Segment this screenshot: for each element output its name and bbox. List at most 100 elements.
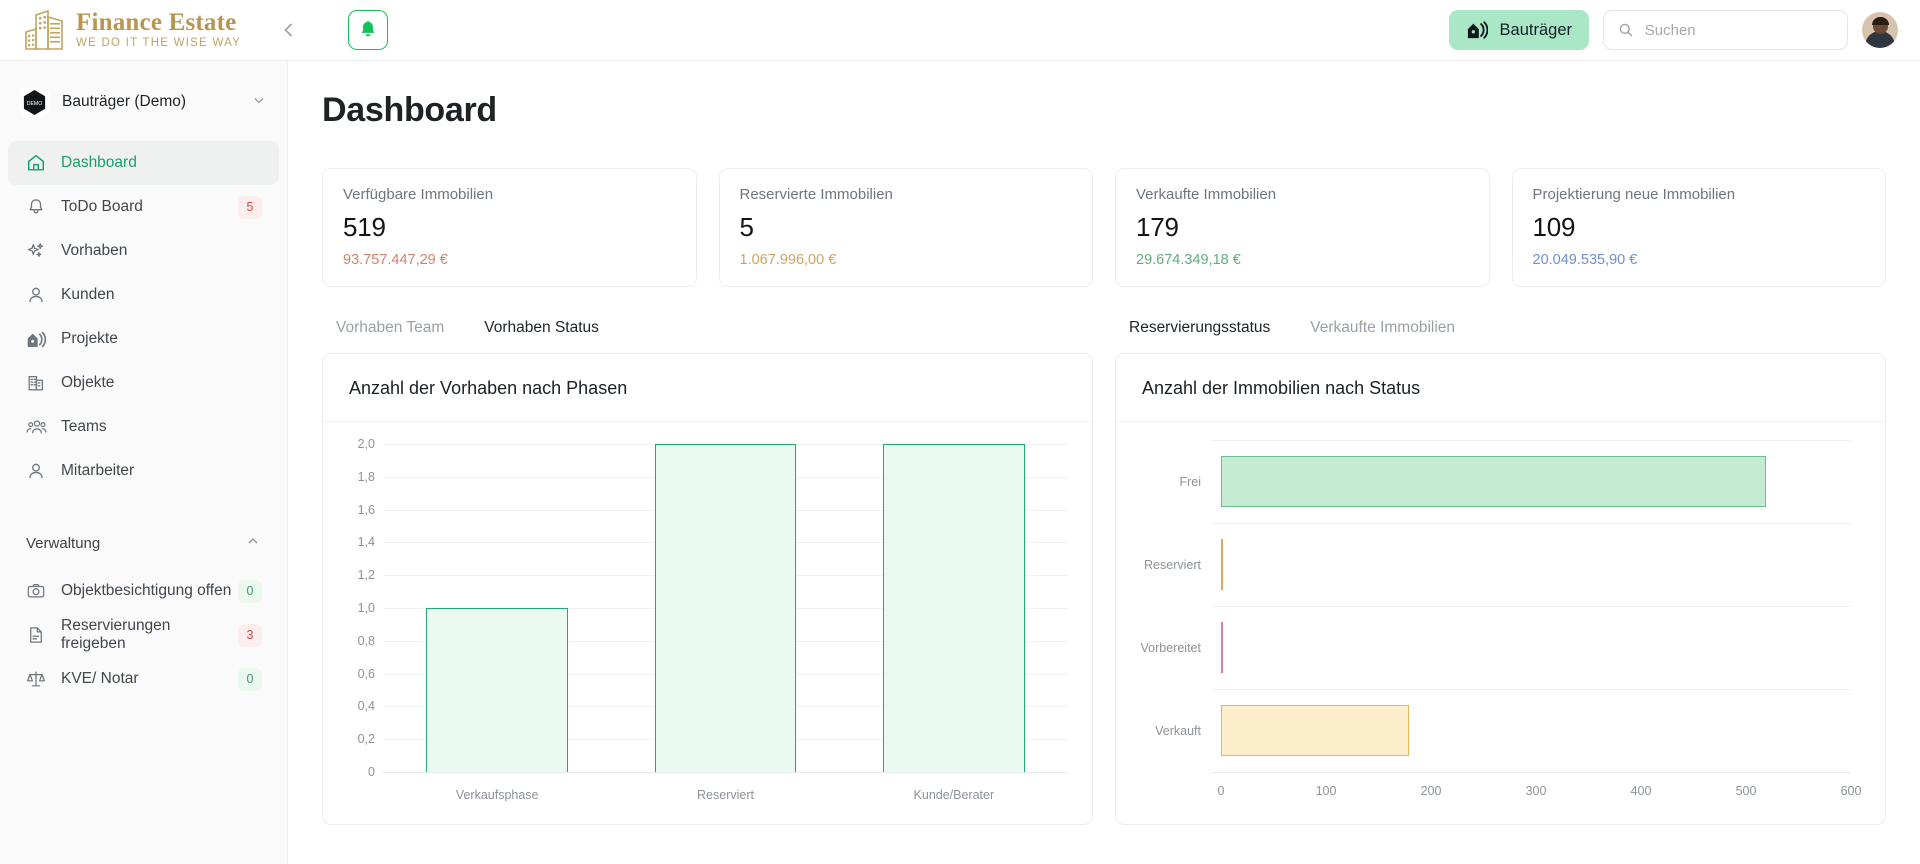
hchart-bar[interactable] — [1221, 538, 1226, 591]
sidebar-item-reservierungen-freigeben[interactable]: Reservierungen freigeben 3 — [8, 613, 279, 657]
hchart-x-tick-label: 500 — [1735, 784, 1757, 798]
right-panel: Anzahl der Immobilien nach Status Frei Re… — [1115, 353, 1886, 825]
office-building-icon — [25, 372, 47, 394]
sidebar-item-projekte[interactable]: Projekte — [8, 317, 279, 361]
sidebar-badge: 0 — [238, 667, 262, 691]
chevron-down-icon[interactable] — [251, 92, 267, 113]
vchart-x-tick-label: Verkaufsphase — [455, 788, 539, 802]
hchart-bar[interactable] — [1221, 704, 1409, 757]
tab-vorhaben-team[interactable]: Vorhaben Team — [322, 319, 458, 337]
camera-icon — [25, 580, 47, 602]
sidebar-item-label: Projekte — [61, 330, 118, 347]
chevron-left-icon — [284, 23, 293, 37]
sidebar-badge: 0 — [238, 579, 262, 603]
vchart-y-tick-label: 0 — [368, 765, 375, 779]
hchart-bar[interactable] — [1221, 455, 1766, 508]
brand[interactable]: Finance Estate WE DO IT THE WISE WAY — [0, 8, 268, 52]
vchart-bar[interactable] — [883, 444, 1025, 772]
sidebar-item-dashboard[interactable]: Dashboard — [8, 141, 279, 185]
avatar[interactable] — [1862, 12, 1898, 48]
hchart-gridline — [1211, 606, 1851, 607]
sidebar-item-label: Objekte — [61, 374, 115, 391]
kpi-label: Reservierte Immobilien — [739, 186, 893, 203]
left-panel-column: Vorhaben Team Vorhaben Status Anzahl der… — [322, 309, 1093, 825]
hchart-x-tick-label: 0 — [1217, 784, 1225, 798]
sidebar-item-label: Reservierungen freigeben — [61, 617, 171, 652]
sidebar-item-label: Dashboard — [61, 154, 137, 171]
chevron-up-icon[interactable] — [245, 533, 261, 553]
kpi-value: 519 — [343, 212, 386, 242]
sidebar-item-mitarbeiter[interactable]: Mitarbeiter — [8, 449, 279, 493]
sidebar-item-kve-notar[interactable]: KVE/ Notar 0 — [8, 657, 279, 701]
hchart-gridline — [1211, 523, 1851, 524]
sidebar-item-kunden[interactable]: Kunden — [8, 273, 279, 317]
search-box[interactable] — [1603, 10, 1848, 50]
org-name: Bauträger (Demo) — [62, 93, 187, 110]
sidebar-item-label: KVE/ Notar — [61, 670, 139, 687]
kpi-row: Verfügbare Immobilien 519 93.757.447,29 … — [322, 168, 1886, 287]
search-input[interactable] — [1644, 21, 1833, 39]
kpi-value: 109 — [1532, 212, 1576, 242]
org-switcher[interactable]: DEMO Bauträger (Demo) — [14, 79, 273, 125]
sidebar-item-todo-board[interactable]: ToDo Board 5 — [8, 185, 279, 229]
kpi-label: Projektierung neue Immobilien — [1532, 186, 1736, 203]
hchart-x-tick-label: 100 — [1315, 784, 1337, 798]
kpi-card-reservierte-immobilien: Reservierte Immobilien 5 1.067.996,00 € — [718, 168, 1093, 287]
notifications-button[interactable] — [348, 10, 388, 50]
sidebar-item-label: Vorhaben — [61, 242, 128, 259]
sidebar-item-objektbesichtigung-offen[interactable]: Objektbesichtigung offen 0 — [8, 569, 279, 613]
document-icon — [25, 624, 47, 646]
vchart-y-tick-label: 1,8 — [357, 469, 375, 484]
hchart-bar[interactable] — [1221, 621, 1223, 674]
hchart-x-tick-label: 600 — [1840, 784, 1862, 798]
users-icon — [25, 416, 47, 438]
sidebar-section-verwaltung[interactable]: Verwaltung — [8, 523, 279, 563]
hchart-category-label: Vorbereitet — [1140, 640, 1201, 655]
vchart-y-tick-label: 1,2 — [357, 568, 375, 583]
brand-name: Finance Estate — [76, 9, 237, 37]
sidebar-item-objekte[interactable]: Objekte — [8, 361, 279, 405]
hchart-x-tick-label: 400 — [1630, 784, 1652, 798]
vchart-bar[interactable] — [654, 444, 797, 772]
sidebar-item-label: Objektbesichtigung offen — [61, 582, 232, 599]
panels-row: Vorhaben Team Vorhaben Status Anzahl der… — [322, 309, 1886, 825]
vchart-gridline — [383, 772, 1068, 773]
sidebar-item-teams[interactable]: Teams — [8, 405, 279, 449]
role-chip-label: Bauträger — [1499, 20, 1572, 39]
hchart-x-tick-label: 300 — [1525, 784, 1547, 798]
vchart-y-tick-label: 2,0 — [357, 437, 375, 451]
vorhaben-nach-phasen-chart: 0 0,2 0,4 0,6 0,8 1,0 1,2 1,4 1,6 1,8 2,0 Verkaufsp… — [323, 422, 1092, 824]
building-icon — [25, 9, 63, 50]
left-chart-title: Anzahl der Vorhaben nach Phasen — [323, 354, 1092, 422]
org-logo-icon: DEMO — [20, 87, 49, 117]
brand-tagline: WE DO IT THE WISE WAY — [76, 37, 242, 50]
kpi-label: Verfügbare Immobilien — [343, 186, 494, 203]
sidebar-badge: 3 — [238, 623, 262, 647]
main-content: Dashboard Verfügbare Immobilien 519 93.7… — [288, 61, 1920, 864]
tab-vorhaben-status[interactable]: Vorhaben Status — [470, 319, 613, 337]
kpi-sub-value: 1.067.996,00 € — [739, 252, 837, 268]
left-panel: Anzahl der Vorhaben nach Phasen 0 0,2 0,4 0… — [322, 353, 1093, 825]
avatar-hair — [1871, 17, 1889, 25]
tab-verkaufte-immobilien[interactable]: Verkaufte Immobilien — [1296, 319, 1469, 337]
house-signal-icon — [25, 328, 47, 350]
user-icon — [25, 460, 47, 482]
vchart-bar[interactable] — [426, 608, 568, 772]
immobilien-nach-status-chart: Frei Reserviert Vorbereitet Verkauft 0 100 200… — [1116, 422, 1885, 824]
tab-reservierungsstatus[interactable]: Reservierungsstatus — [1115, 319, 1284, 337]
sidebar-collapse-button[interactable] — [274, 15, 304, 45]
home-icon — [25, 152, 47, 174]
kpi-sub-value: 29.674.349,18 € — [1136, 252, 1241, 268]
sparkles-icon — [25, 240, 47, 262]
search-icon — [1619, 23, 1633, 37]
sidebar-item-vorhaben[interactable]: Vorhaben — [8, 229, 279, 273]
svg-text:DEMO: DEMO — [27, 100, 43, 106]
vchart-y-tick-label: 0,2 — [357, 732, 375, 747]
vchart-y-tick-label: 1,0 — [357, 601, 375, 615]
topbar-right: Bauträger — [1448, 10, 1920, 50]
house-signal-icon — [1467, 21, 1488, 39]
page-title: Dashboard — [322, 91, 497, 129]
role-chip-bautraeger[interactable]: Bauträger — [1448, 10, 1589, 50]
sidebar-badge: 5 — [238, 195, 262, 219]
kpi-sub-value: 20.049.535,90 € — [1532, 252, 1638, 268]
